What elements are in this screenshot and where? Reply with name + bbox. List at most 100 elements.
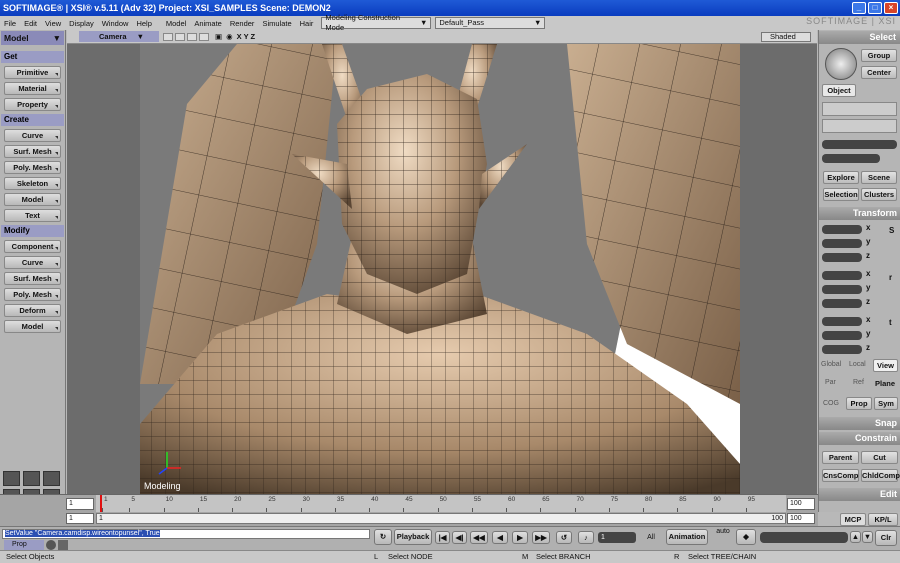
constrain-header[interactable]: Constrain <box>819 432 900 445</box>
key-value-field[interactable] <box>760 532 848 543</box>
get-material-button[interactable]: Material <box>4 82 61 95</box>
construction-mode-dropdown[interactable]: Modeling Construction Mode ▼ <box>321 13 432 32</box>
center-button[interactable]: Center <box>861 66 897 79</box>
viewport-icon[interactable] <box>43 471 60 486</box>
scale-z-field[interactable] <box>822 253 862 262</box>
clear-button[interactable]: Clr <box>875 530 897 546</box>
minimize-button[interactable]: _ <box>852 2 866 14</box>
close-button[interactable]: × <box>884 2 898 14</box>
ref-toggle[interactable]: Ref <box>853 379 864 386</box>
audio-icon[interactable]: ♪ <box>578 531 594 544</box>
filter-field[interactable] <box>822 102 897 116</box>
all-toggle[interactable]: All <box>640 532 662 543</box>
view-flag[interactable] <box>175 32 185 41</box>
range-end-field[interactable]: 100 <box>787 513 815 524</box>
modify-surf-mesh-button[interactable]: Surf. Mesh <box>4 272 61 285</box>
current-frame-field[interactable]: 1 <box>598 532 636 543</box>
playback-button[interactable]: Playback <box>394 529 432 545</box>
get-primitive-button[interactable]: Primitive <box>4 66 61 79</box>
scale-x-field[interactable] <box>822 225 862 234</box>
menu-model[interactable]: Model <box>162 19 190 28</box>
menu-hair[interactable]: Hair <box>296 19 318 28</box>
loop-play-icon[interactable]: ↺ <box>556 531 572 544</box>
eye-icon[interactable]: ◉ <box>226 32 233 41</box>
modify-poly-mesh-button[interactable]: Poly. Mesh <box>4 288 61 301</box>
key-set-icon[interactable]: ◆ <box>736 529 756 545</box>
menu-window[interactable]: Window <box>98 19 133 28</box>
select-arrow-icon[interactable] <box>825 48 857 80</box>
create-curve-button[interactable]: Curve <box>4 129 61 142</box>
viewport[interactable] <box>67 44 817 494</box>
translate-y-field[interactable] <box>822 331 862 340</box>
par-toggle[interactable]: Par <box>825 379 836 386</box>
menu-edit[interactable]: Edit <box>20 19 41 28</box>
rotate-label[interactable]: r <box>889 273 892 282</box>
group-button[interactable]: Group <box>861 49 897 62</box>
modify-component-button[interactable]: Component <box>4 240 61 253</box>
rotate-x-field[interactable] <box>822 271 862 280</box>
view-flag[interactable] <box>199 32 209 41</box>
rotate-z-field[interactable] <box>822 299 862 308</box>
cog-toggle[interactable]: COG <box>823 400 839 407</box>
translate-z-field[interactable] <box>822 345 862 354</box>
module-selector[interactable]: Model ▼ <box>1 31 64 45</box>
selection-value-field[interactable] <box>822 154 880 163</box>
loop-icon[interactable]: ↻ <box>374 529 392 545</box>
first-frame-icon[interactable]: |◀ <box>435 531 450 544</box>
mcp-tab[interactable]: MCP <box>840 513 866 526</box>
selection-field[interactable] <box>822 119 897 133</box>
parent-button[interactable]: Parent <box>822 451 859 464</box>
modify-deform-button[interactable]: Deform <box>4 304 61 317</box>
create-surf-mesh-button[interactable]: Surf. Mesh <box>4 145 61 158</box>
translate-x-field[interactable] <box>822 317 862 326</box>
key-icon[interactable] <box>58 540 68 550</box>
object-button[interactable]: Object <box>822 84 856 97</box>
global-toggle[interactable]: Global <box>821 361 841 368</box>
create-text-button[interactable]: Text <box>4 209 61 222</box>
play-backward-icon[interactable]: ◀ <box>492 531 508 544</box>
layout-icon[interactable] <box>23 471 40 486</box>
explore-button[interactable]: Explore <box>823 171 859 184</box>
range-bar[interactable]: 1 100 <box>96 513 786 524</box>
timeline-end-field[interactable]: 100 <box>787 498 815 510</box>
lock-icon[interactable] <box>46 540 56 550</box>
play-forward-icon[interactable]: ▶ <box>512 531 528 544</box>
graph-icon[interactable] <box>3 471 20 486</box>
selection-name-field[interactable] <box>822 140 897 149</box>
cut-button[interactable]: Cut <box>861 451 898 464</box>
rotate-y-field[interactable] <box>822 285 862 294</box>
up-icon[interactable]: ▲ <box>850 531 861 543</box>
sym-toggle[interactable]: Sym <box>874 397 898 410</box>
selection-button[interactable]: Selection <box>823 188 859 201</box>
camera-selector[interactable]: Camera ▼ <box>79 31 159 42</box>
scale-y-field[interactable] <box>822 239 862 248</box>
maximize-button[interactable]: □ <box>868 2 882 14</box>
command-line[interactable]: SetValue "Camera.camdisp.wireontopunsel"… <box>2 529 370 539</box>
timeline-ruler[interactable]: 1 5 10 15 20 25 30 35 40 45 50 55 60 65 70 75 80 85 90 95 <box>96 495 786 513</box>
create-poly-mesh-button[interactable]: Poly. Mesh <box>4 161 61 174</box>
view-flag[interactable] <box>187 32 197 41</box>
menu-display[interactable]: Display <box>65 19 98 28</box>
prev-key-icon[interactable]: ◀| <box>452 531 467 544</box>
plane-toggle[interactable]: Plane <box>875 379 895 388</box>
view-toggle[interactable]: View <box>873 359 898 372</box>
local-toggle[interactable]: Local <box>849 361 866 368</box>
create-model-button[interactable]: Model <box>4 193 61 206</box>
display-mode-selector[interactable]: Shaded <box>761 32 811 42</box>
menu-help[interactable]: Help <box>132 19 155 28</box>
edit-header[interactable]: Edit <box>819 488 900 501</box>
kpl-tab[interactable]: KP/L <box>868 513 898 526</box>
camera-icon[interactable]: ▣ <box>215 32 222 41</box>
view-flag[interactable] <box>163 32 173 41</box>
range-start-field[interactable]: 1 <box>66 513 94 524</box>
create-skeleton-button[interactable]: Skeleton <box>4 177 61 190</box>
auto-key-toggle[interactable]: auto <box>712 528 734 538</box>
pass-dropdown[interactable]: Default_Pass ▼ <box>435 17 546 29</box>
modify-curve-button[interactable]: Curve <box>4 256 61 269</box>
chldcomp-button[interactable]: ChldComp <box>861 469 900 482</box>
snap-header[interactable]: Snap <box>819 417 900 430</box>
menu-render[interactable]: Render <box>226 19 259 28</box>
animation-button[interactable]: Animation <box>666 529 708 545</box>
scale-label[interactable]: S <box>889 226 894 235</box>
menu-view[interactable]: View <box>41 19 65 28</box>
